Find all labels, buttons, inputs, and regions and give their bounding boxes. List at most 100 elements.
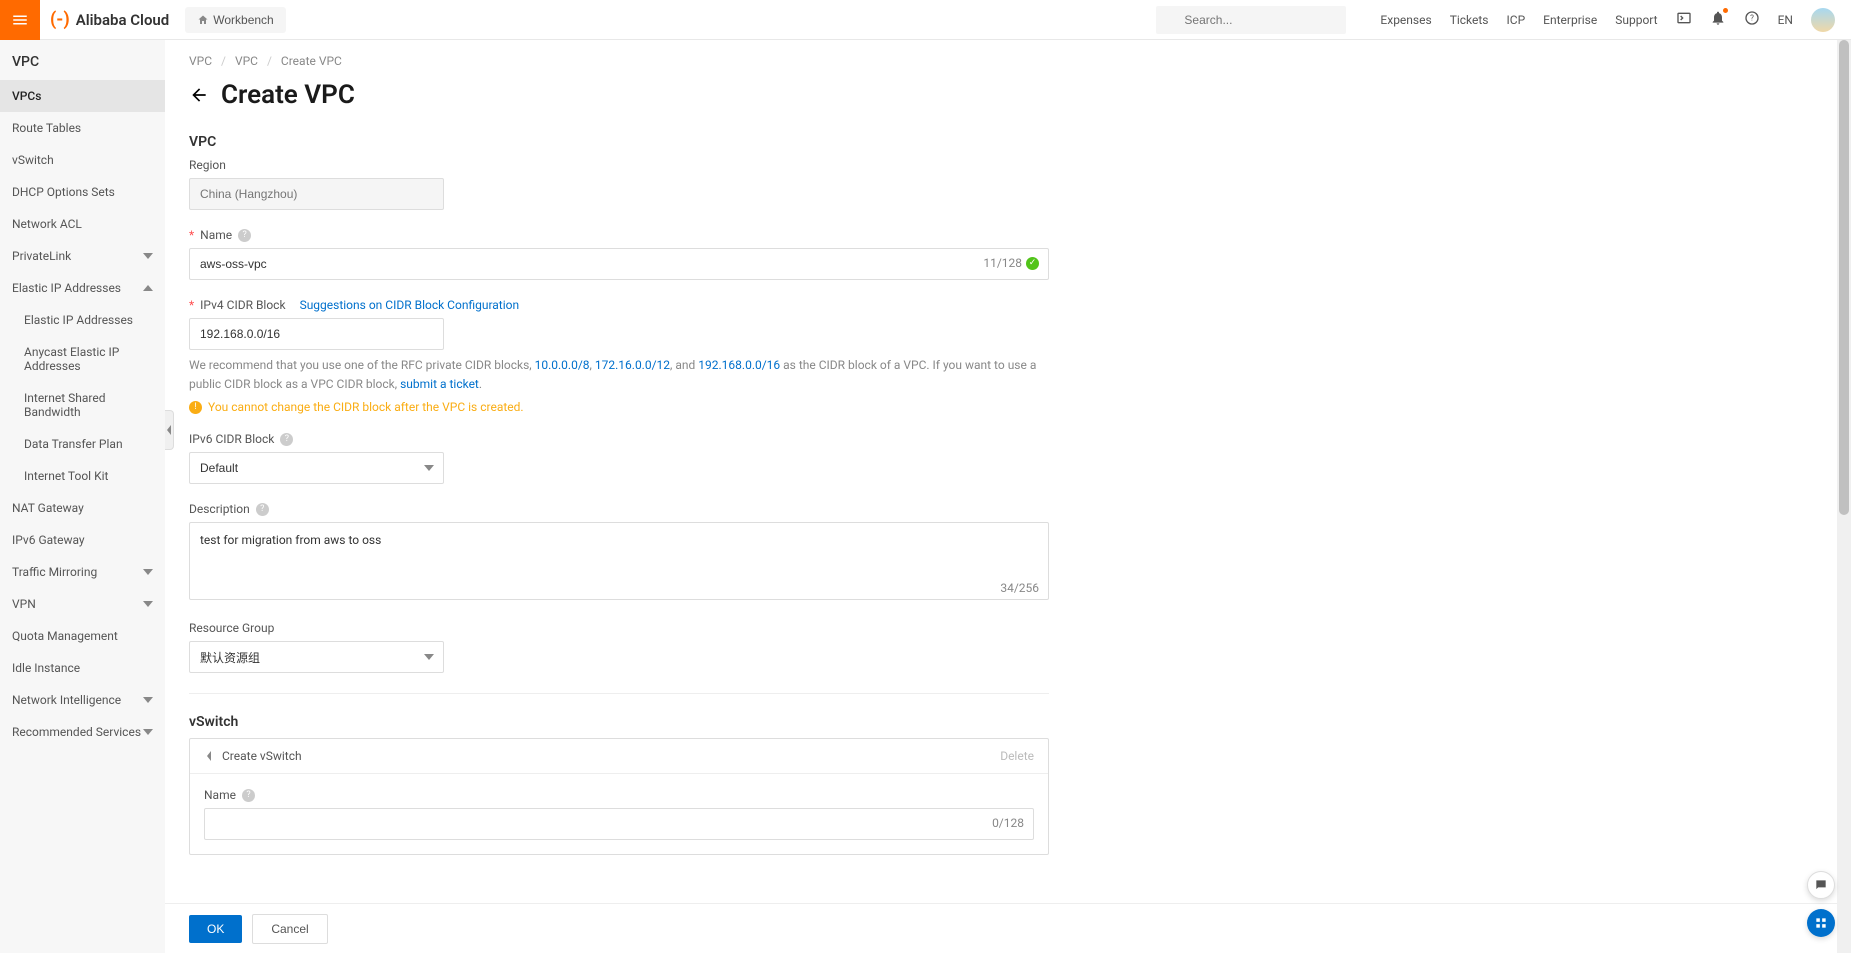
sidebar-item-label: VPCs (12, 89, 41, 103)
sidebar-item[interactable]: Network ACL (0, 208, 165, 240)
sidebar-item-label: Internet Shared Bandwidth (24, 391, 153, 419)
warning-icon: ! (189, 401, 202, 414)
resource-group-label: Resource Group (189, 621, 1049, 635)
breadcrumb: VPC / VPC / Create VPC (189, 54, 1827, 68)
vswitch-name-help-icon[interactable]: ? (242, 789, 255, 802)
breadcrumb-vpc2[interactable]: VPC (235, 54, 258, 68)
cidr-input[interactable] (189, 318, 444, 350)
nav-enterprise[interactable]: Enterprise (1543, 13, 1597, 27)
sidebar-item-label: Elastic IP Addresses (24, 313, 133, 327)
check-icon (1026, 257, 1039, 270)
hamburger-icon (11, 11, 29, 29)
name-help-icon[interactable]: ? (238, 229, 251, 242)
sidebar-item[interactable]: Idle Instance (0, 652, 165, 684)
scrollbar-thumb[interactable] (1839, 40, 1849, 515)
apps-grid-icon (1814, 916, 1828, 930)
page-title: Create VPC (221, 80, 355, 110)
cidr-label: IPv4 CIDR Block (200, 298, 285, 312)
nav-icp[interactable]: ICP (1507, 13, 1526, 27)
description-label: Description (189, 502, 250, 516)
brand-logo[interactable]: (-) Alibaba Cloud (50, 9, 169, 30)
chevron-down-icon (143, 567, 153, 577)
sidebar-item[interactable]: Elastic IP Addresses (0, 272, 165, 304)
sidebar-item[interactable]: vSwitch (0, 144, 165, 176)
sidebar-item-label: Elastic IP Addresses (12, 281, 121, 295)
sidebar-item-label: Traffic Mirroring (12, 565, 97, 579)
home-icon (197, 14, 209, 26)
svg-text:?: ? (1750, 14, 1754, 23)
ipv6-help-icon[interactable]: ? (280, 433, 293, 446)
cidr-link-10[interactable]: 10.0.0.0/8 (535, 358, 590, 372)
sidebar-item[interactable]: Anycast Elastic IP Addresses (0, 336, 165, 382)
sidebar-item-label: Quota Management (12, 629, 118, 643)
main-panel: VPC / VPC / Create VPC Create VPC VPC Re… (165, 40, 1851, 953)
cidr-suggestion-link[interactable]: Suggestions on CIDR Block Configuration (300, 298, 520, 312)
page-scrollbar[interactable] (1837, 40, 1851, 953)
shell-icon[interactable] (1676, 10, 1692, 29)
sidebar-item-label: Network Intelligence (12, 693, 121, 707)
vswitch-name-label: Name (204, 788, 236, 802)
ok-button[interactable]: OK (189, 915, 242, 943)
sidebar-item[interactable]: Network Intelligence (0, 684, 165, 716)
region-input (189, 178, 444, 210)
chat-fab[interactable] (1807, 871, 1835, 899)
sidebar-item[interactable]: VPCs (0, 80, 165, 112)
sidebar-item-label: Anycast Elastic IP Addresses (24, 345, 153, 373)
cidr-link-192[interactable]: 192.168.0.0/16 (698, 358, 780, 372)
sidebar-collapse-handle[interactable] (165, 410, 174, 450)
cidr-link-172[interactable]: 172.16.0.0/12 (595, 358, 670, 372)
cancel-button[interactable]: Cancel (252, 914, 327, 944)
sidebar-item[interactable]: Traffic Mirroring (0, 556, 165, 588)
resource-group-select[interactable] (189, 641, 444, 673)
vswitch-collapse-toggle[interactable]: Create vSwitch (204, 749, 302, 763)
name-counter: 11/128 (983, 256, 1022, 270)
sidebar-item[interactable]: NAT Gateway (0, 492, 165, 524)
sidebar-item-label: DHCP Options Sets (12, 185, 115, 199)
sidebar-item[interactable]: Internet Tool Kit (0, 460, 165, 492)
chevron-down-icon (143, 695, 153, 705)
user-avatar[interactable] (1811, 8, 1835, 32)
sidebar-item-label: PrivateLink (12, 249, 71, 263)
sidebar-item[interactable]: DHCP Options Sets (0, 176, 165, 208)
ipv6-label: IPv6 CIDR Block (189, 432, 274, 446)
sidebar-item[interactable]: Recommended Services (0, 716, 165, 748)
lang-switch[interactable]: EN (1778, 13, 1793, 27)
description-textarea[interactable] (189, 522, 1049, 600)
chevron-up-icon (143, 283, 153, 293)
sidebar-item[interactable]: Data Transfer Plan (0, 428, 165, 460)
vswitch-panel: Create vSwitch Delete Name ? 0/128 (189, 738, 1049, 855)
sidebar-item[interactable]: Elastic IP Addresses (0, 304, 165, 336)
nav-expenses[interactable]: Expenses (1380, 13, 1431, 27)
workbench-button[interactable]: Workbench (185, 7, 285, 33)
sidebar-item[interactable]: PrivateLink (0, 240, 165, 272)
breadcrumb-current: Create VPC (281, 54, 342, 68)
ipv6-select[interactable] (189, 452, 444, 484)
sidebar-item[interactable]: Route Tables (0, 112, 165, 144)
notification-dot (1723, 8, 1728, 13)
back-arrow-icon[interactable] (189, 85, 209, 105)
sidebar-item[interactable]: VPN (0, 588, 165, 620)
sidebar-item[interactable]: IPv6 Gateway (0, 524, 165, 556)
sidebar-item[interactable]: Internet Shared Bandwidth (0, 382, 165, 428)
global-search-input[interactable] (1156, 6, 1346, 34)
sidebar-title: VPC (0, 40, 165, 80)
search-wrap (1156, 6, 1346, 34)
description-help-icon[interactable]: ? (256, 503, 269, 516)
sidebar-item-label: Idle Instance (12, 661, 80, 675)
notification-icon[interactable] (1710, 10, 1726, 29)
vswitch-name-input[interactable] (204, 808, 1034, 840)
help-icon[interactable]: ? (1744, 10, 1760, 29)
chat-icon (1814, 878, 1828, 892)
nav-support[interactable]: Support (1615, 13, 1657, 27)
submit-ticket-link[interactable]: submit a ticket (400, 377, 479, 391)
chevron-down-icon (143, 599, 153, 609)
nav-tickets[interactable]: Tickets (1450, 13, 1489, 27)
name-input[interactable] (189, 248, 1049, 280)
apps-fab[interactable] (1807, 909, 1835, 937)
breadcrumb-vpc[interactable]: VPC (189, 54, 212, 68)
sidebar-item-label: Network ACL (12, 217, 82, 231)
menu-toggle-button[interactable] (0, 0, 40, 40)
vswitch-delete-button[interactable]: Delete (1000, 749, 1034, 763)
sidebar-item-label: Internet Tool Kit (24, 469, 108, 483)
sidebar-item[interactable]: Quota Management (0, 620, 165, 652)
